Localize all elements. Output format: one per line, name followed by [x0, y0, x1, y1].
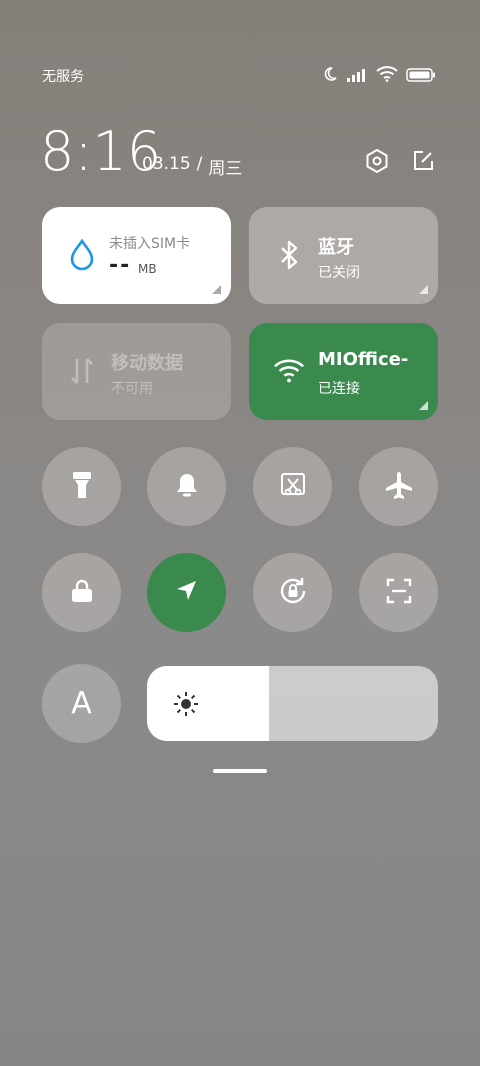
screenshot-icon [279, 471, 307, 503]
data-usage-unit: MB [138, 262, 157, 276]
mobile-data-tile[interactable]: 移动数据 不可用 [42, 323, 231, 420]
date-separator: / [196, 154, 203, 174]
auto-brightness-label: A [71, 686, 92, 721]
bluetooth-tile[interactable]: 蓝牙 已关闭 [249, 207, 438, 304]
expand-corner-icon [419, 401, 428, 410]
edit-icon [411, 149, 435, 177]
lock-screen-toggle[interactable] [42, 553, 121, 632]
date-label[interactable]: 03.15 / 周三 [142, 154, 242, 179]
wifi-icon [273, 355, 305, 387]
auto-brightness-toggle[interactable]: A [42, 664, 121, 743]
scanner-toggle[interactable] [359, 553, 438, 632]
data-usage-value: -- [109, 253, 132, 278]
moon-icon [322, 66, 338, 86]
hexagon-gear-icon [364, 148, 390, 178]
wifi-network-name: MIOffice- [318, 349, 409, 370]
data-arrows-icon [66, 355, 98, 387]
wifi-icon [376, 66, 398, 86]
data-usage-tile[interactable]: 未插入SIM卡 -- MB [42, 207, 231, 304]
brightness-fill [147, 666, 270, 741]
battery-icon [406, 67, 436, 86]
location-icon [174, 578, 200, 608]
wifi-status: 已连接 [318, 381, 360, 397]
bluetooth-icon [273, 239, 305, 271]
bell-icon [174, 471, 200, 503]
screenshot-toggle[interactable] [253, 447, 332, 526]
flashlight-toggle[interactable] [42, 447, 121, 526]
edit-button[interactable] [408, 148, 438, 178]
status-icons [322, 66, 436, 86]
home-indicator[interactable] [213, 769, 267, 773]
wifi-tile[interactable]: MIOffice- 已连接 [249, 323, 438, 420]
weekday: 周三 [208, 159, 243, 179]
flashlight-icon [71, 470, 93, 504]
scan-icon [385, 577, 413, 609]
expand-corner-icon [419, 285, 428, 294]
settings-button[interactable] [362, 148, 392, 178]
rotation-lock-icon [277, 575, 309, 611]
silent-toggle[interactable] [147, 447, 226, 526]
brightness-slider[interactable] [147, 666, 438, 741]
water-drop-icon [66, 238, 98, 271]
location-toggle[interactable] [147, 553, 226, 632]
mobile-data-title: 移动数据 [111, 353, 183, 374]
airplane-icon [384, 470, 414, 504]
signal-icon [346, 67, 368, 86]
airplane-toggle[interactable] [359, 447, 438, 526]
sun-icon [173, 691, 199, 721]
expand-corner-icon [212, 285, 221, 294]
mobile-data-status: 不可用 [111, 381, 153, 397]
sim-status-label: 未插入SIM卡 [109, 236, 191, 252]
carrier-status: 无服务 [42, 69, 84, 85]
date-value: 03.15 [142, 154, 191, 174]
lock-icon [70, 578, 94, 608]
rotation-lock-toggle[interactable] [253, 553, 332, 632]
bluetooth-status: 已关闭 [318, 265, 360, 281]
bluetooth-title: 蓝牙 [318, 237, 354, 258]
